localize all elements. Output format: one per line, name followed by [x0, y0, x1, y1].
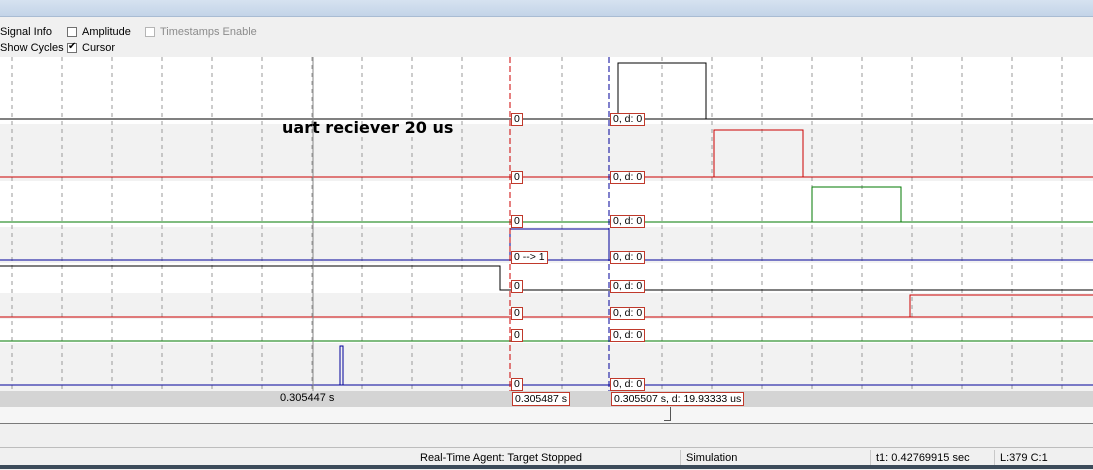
grid-lines — [11, 57, 1063, 392]
cursor2-marker-label: 0, d: 0 — [610, 171, 646, 184]
cursor1-marker-label: 0 — [511, 329, 523, 342]
annotation-text: uart reciever 20 us — [282, 118, 454, 137]
show-cycles-label: Show Cycles — [0, 42, 64, 54]
horizontal-scrollbar[interactable] — [0, 407, 1093, 424]
cursor2-marker-label: 0, d: 0 — [610, 280, 646, 293]
cursor2-marker-label: 0, d: 0 — [610, 215, 646, 228]
left-time-label: 0.305447 s — [280, 392, 335, 404]
show-cycles-option[interactable]: Show Cycles — [0, 41, 64, 55]
cursor-label: Cursor — [82, 42, 116, 54]
waveform-canvas — [0, 57, 1093, 392]
status-agent: Real-Time Agent: Target Stopped — [420, 452, 583, 464]
amplitude-checkbox[interactable] — [67, 27, 77, 37]
cursor1-marker-label: 0 — [511, 215, 523, 228]
cursor2-marker-label: 0, d: 0 — [610, 329, 646, 342]
window-title-bar — [0, 0, 1093, 17]
cursor2-marker-label: 0, d: 0 — [610, 251, 646, 264]
status-position: L:379 C:1 — [1000, 452, 1048, 464]
cursor-option[interactable]: Cursor — [67, 41, 115, 55]
amplitude-option[interactable]: Amplitude — [67, 25, 131, 39]
timestamps-enable-label: Timestamps Enable — [160, 26, 257, 38]
cursor1-marker-label: 0 --> 1 — [511, 251, 548, 264]
timestamps-enable-checkbox[interactable] — [145, 27, 155, 37]
timestamps-enable-option[interactable]: Timestamps Enable — [145, 25, 257, 39]
waveform-display[interactable]: uart reciever 20 us 0 0 0 0 --> 1 0 0 0 0 0, d:… — [0, 57, 1093, 392]
cursor1-marker-label: 0 — [511, 378, 523, 391]
cursor2-marker-label: 0, d: 0 — [610, 113, 646, 126]
cursor1-time-label: 0.305487 s — [512, 392, 570, 406]
status-mode: Simulation — [686, 452, 738, 464]
scroll-thumb[interactable] — [664, 407, 671, 421]
logic-analyzer-options: Signal Info Amplitude Timestamps Enable … — [0, 21, 1093, 57]
cursor1-marker-label: 0 — [511, 113, 523, 126]
cursor1-marker-label: 0 — [511, 307, 523, 320]
amplitude-label: Amplitude — [82, 26, 131, 38]
cursor2-marker-label: 0, d: 0 — [610, 378, 646, 391]
cursor2-time-label: 0.305507 s, d: 19.93333 us — [611, 392, 745, 406]
cursor1-marker-label: 0 — [511, 280, 523, 293]
taskbar-edge — [0, 465, 1093, 469]
time-axis-bar: 0.305447 s 0.305487 s 0.305507 s, d: 19.… — [0, 391, 1093, 407]
status-t1: t1: 0.42769915 sec — [876, 452, 970, 464]
signal-info-label: Signal Info — [0, 26, 52, 38]
cursor1-marker-label: 0 — [511, 171, 523, 184]
signal-info-option[interactable]: Signal Info — [0, 25, 52, 39]
cursor-checkbox[interactable] — [67, 41, 77, 53]
cursor2-marker-label: 0, d: 0 — [610, 307, 646, 320]
